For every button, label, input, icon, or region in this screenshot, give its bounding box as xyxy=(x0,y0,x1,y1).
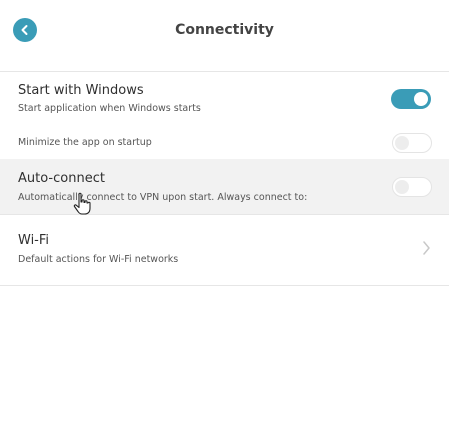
toggle-knob xyxy=(395,180,409,194)
chevron-right-icon xyxy=(423,241,430,255)
auto-connect-toggle[interactable] xyxy=(392,177,432,197)
wifi-row[interactable]: Wi-Fi Default actions for Wi-Fi networks xyxy=(0,215,449,285)
wifi-subtitle: Default actions for Wi-Fi networks xyxy=(18,254,179,265)
auto-connect-row[interactable]: Auto-connect Automatically connect to VP… xyxy=(0,159,449,214)
toggle-knob xyxy=(395,136,409,150)
divider xyxy=(0,285,449,286)
page-title: Connectivity xyxy=(175,22,274,38)
minimize-on-startup-row: Minimize the app on startup xyxy=(0,127,449,159)
start-with-windows-subtitle: Start application when Windows starts xyxy=(18,103,201,114)
auto-connect-title: Auto-connect xyxy=(18,171,105,186)
hand-pointer-icon xyxy=(73,192,91,215)
toggle-knob xyxy=(414,92,428,106)
wifi-title: Wi-Fi xyxy=(18,233,50,248)
header: Connectivity xyxy=(0,0,449,64)
minimize-on-startup-toggle[interactable] xyxy=(392,133,432,153)
auto-connect-subtitle: Automatically connect to VPN upon start.… xyxy=(18,192,308,203)
start-with-windows-title: Start with Windows xyxy=(18,83,144,98)
minimize-on-startup-label: Minimize the app on startup xyxy=(18,137,152,148)
start-with-windows-toggle[interactable] xyxy=(391,89,431,109)
start-with-windows-row: Start with Windows Start application whe… xyxy=(0,72,449,127)
